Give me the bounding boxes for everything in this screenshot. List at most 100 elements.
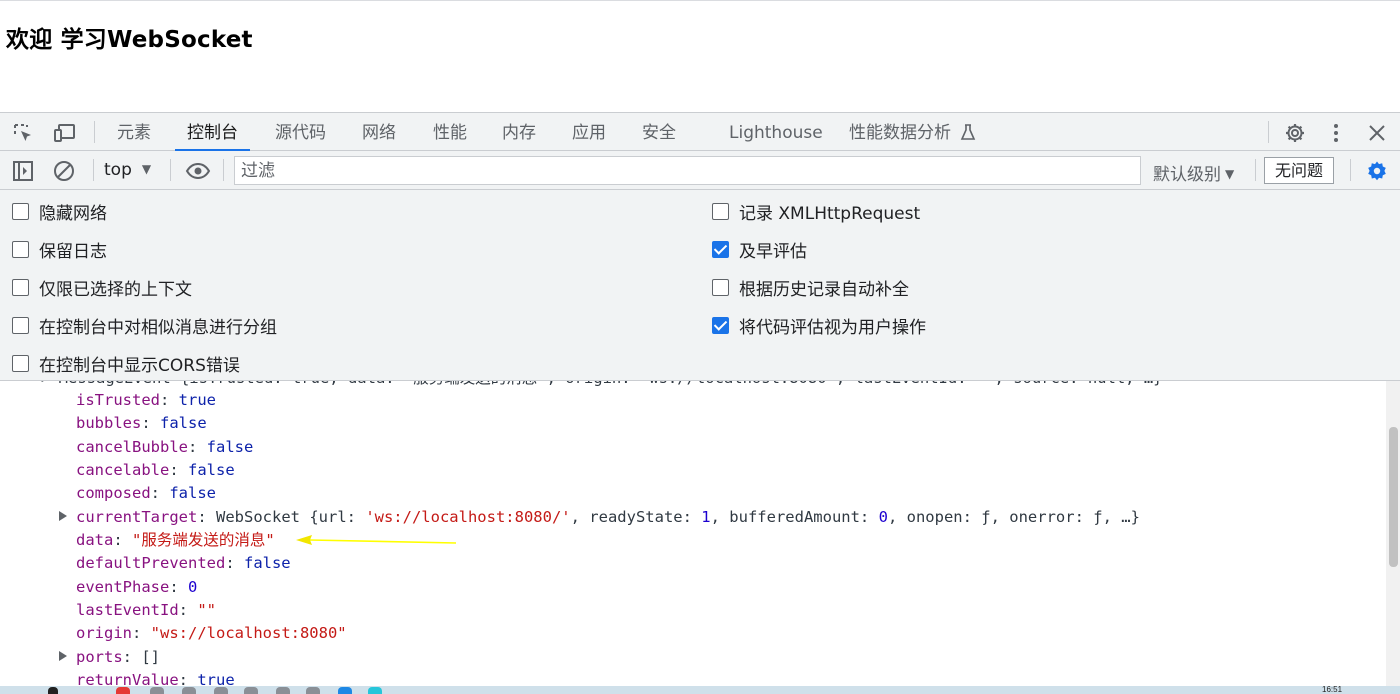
tab-performance-insights[interactable]: 性能数据分析 [837, 113, 988, 151]
prop-value-sep: , bufferedAmount: [710, 508, 879, 526]
filter-input[interactable] [234, 156, 1141, 185]
console-prop-row-data: data: "服务端发送的消息" [76, 531, 275, 549]
log-levels-dropdown[interactable]: 默认级别 ▼ [1153, 160, 1234, 185]
console-output: ▸ MessageEvent {isTrusted: true, data: '… [0, 381, 1400, 694]
taskbar-app-icon[interactable] [214, 687, 228, 694]
console-settings-gear-icon[interactable] [1366, 160, 1388, 182]
prop-value: false [169, 484, 216, 502]
tab-lighthouse[interactable]: Lighthouse [717, 113, 835, 151]
toolbar-separator-4 [1255, 159, 1256, 181]
prop-value: "服务端发送的消息" [132, 531, 275, 549]
option-eager-evaluation[interactable]: 及早评估 [712, 238, 807, 262]
taskbar-app-icon[interactable] [116, 687, 130, 694]
selected-context-label: 仅限已选择的上下文 [39, 279, 192, 300]
prop-value: false [243, 554, 291, 572]
console-scrollbar-thumb[interactable] [1389, 427, 1398, 567]
os-taskbar: 16:51 [0, 685, 1400, 694]
prop-value: false [188, 461, 235, 479]
tab-console[interactable]: 控制台 [175, 113, 250, 151]
option-show-cors-errors[interactable]: 在控制台中显示CORS错误 [12, 352, 240, 376]
show-sidebar-icon[interactable] [12, 160, 34, 182]
toolbar-separator-5 [1350, 159, 1351, 181]
toolbar-separator [93, 159, 94, 181]
tab-application[interactable]: 应用 [560, 113, 618, 151]
console-prop-row: eventPhase: 0 [76, 578, 198, 596]
option-selected-context-only[interactable]: 仅限已选择的上下文 [12, 276, 192, 300]
option-hide-network[interactable]: 隐藏网络 [12, 200, 107, 224]
prop-key: lastEventId [76, 601, 179, 619]
option-user-activation[interactable]: 将代码评估视为用户操作 [712, 314, 926, 338]
prop-value: "" [197, 601, 216, 619]
group-similar-checkbox[interactable] [12, 316, 29, 334]
log-xhr-checkbox[interactable] [712, 202, 729, 220]
tab-performance[interactable]: 性能 [421, 113, 479, 151]
tab-sources[interactable]: 源代码 [263, 113, 338, 151]
taskbar-app-icon[interactable] [338, 687, 352, 694]
devtools-panel: 元素 控制台 源代码 网络 性能 内存 应用 安全 Lighthouse 性能数… [0, 112, 1400, 694]
console-scrollbar[interactable] [1386, 381, 1400, 694]
prop-value-sep: , readyState: [570, 508, 702, 526]
tab-elements[interactable]: 元素 [105, 113, 163, 151]
option-log-xhr[interactable]: 记录 XMLHttpRequest [712, 200, 921, 224]
group-similar-label: 在控制台中对相似消息进行分组 [39, 317, 277, 338]
device-toolbar-icon[interactable] [53, 122, 75, 144]
taskbar-search-icon[interactable] [48, 687, 58, 694]
tab-security[interactable]: 安全 [630, 113, 688, 151]
prop-key: composed [76, 484, 151, 502]
taskbar-app-icon[interactable] [182, 687, 196, 694]
autocomplete-history-checkbox[interactable] [712, 278, 729, 296]
prop-key: cancelBubble [76, 438, 188, 456]
user-activation-label: 将代码评估视为用户操作 [739, 317, 926, 338]
prop-key: isTrusted [76, 391, 160, 409]
expand-ports-icon[interactable] [59, 651, 67, 661]
user-activation-checkbox[interactable] [712, 316, 729, 334]
eager-evaluation-checkbox[interactable] [712, 240, 729, 258]
taskbar-app-icon[interactable] [244, 687, 258, 694]
clear-console-icon[interactable] [53, 160, 75, 182]
tabbar-separator [94, 121, 95, 143]
prop-value-url: 'ws://localhost:8080/' [365, 508, 571, 526]
option-group-similar[interactable]: 在控制台中对相似消息进行分组 [12, 314, 277, 338]
live-expression-eye-icon[interactable] [185, 160, 211, 182]
console-prop-row: origin: "ws://localhost:8080" [76, 624, 347, 642]
console-prop-row: cancelBubble: false [76, 438, 254, 456]
expand-current-target-icon[interactable] [59, 511, 67, 521]
prop-key: origin [76, 624, 132, 642]
context-selector[interactable]: top ▼ [104, 160, 151, 180]
tab-network[interactable]: 网络 [350, 113, 408, 151]
option-preserve-log[interactable]: 保留日志 [12, 238, 107, 262]
more-options-icon[interactable] [1325, 122, 1347, 144]
preserve-log-checkbox[interactable] [12, 240, 29, 258]
console-settings-pane: 隐藏网络 保留日志 仅限已选择的上下文 在控制台中对相似消息进行分组 在控制台中… [0, 190, 1400, 381]
tab-memory[interactable]: 内存 [490, 113, 548, 151]
chevron-down-icon: ▼ [141, 162, 152, 176]
log-xhr-label: 记录 XMLHttpRequest [739, 203, 921, 224]
inspect-element-icon[interactable] [12, 122, 34, 144]
issues-button[interactable]: 无问题 [1264, 157, 1334, 184]
prop-value: false [206, 438, 254, 456]
annotation-arrow-icon [296, 535, 456, 545]
prop-value: [] [141, 648, 161, 666]
log-levels-label: 默认级别 [1153, 165, 1221, 185]
show-cors-checkbox[interactable] [12, 354, 29, 372]
taskbar-app-icon[interactable] [306, 687, 320, 694]
taskbar-app-icon[interactable] [150, 687, 164, 694]
hide-network-checkbox[interactable] [12, 202, 29, 220]
prop-value: 0 [188, 578, 198, 596]
prop-key: data [76, 531, 114, 549]
levels-chevron-down-icon: ▼ [1225, 167, 1235, 181]
taskbar-app-icon[interactable] [368, 687, 382, 694]
prop-value-ready: 1 [701, 508, 711, 526]
option-autocomplete-history[interactable]: 根据历史记录自动补全 [712, 276, 909, 300]
console-prop-row-current-target[interactable]: currentTarget: WebSocket {url: 'ws://loc… [76, 506, 1140, 528]
console-prop-row: cancelable: false [76, 461, 235, 479]
selected-context-checkbox[interactable] [12, 278, 29, 296]
console-prop-row-ports[interactable]: ports: [] [76, 646, 160, 668]
console-message-summary[interactable]: ▸ MessageEvent {isTrusted: true, data: '… [40, 381, 1163, 389]
experiment-flask-icon [960, 116, 976, 156]
taskbar-app-icon[interactable] [276, 687, 290, 694]
settings-gear-icon[interactable] [1284, 122, 1306, 144]
prop-value: false [160, 414, 207, 432]
page-content: 欢迎 学习WebSocket [0, 0, 1400, 112]
close-devtools-icon[interactable] [1366, 122, 1388, 144]
